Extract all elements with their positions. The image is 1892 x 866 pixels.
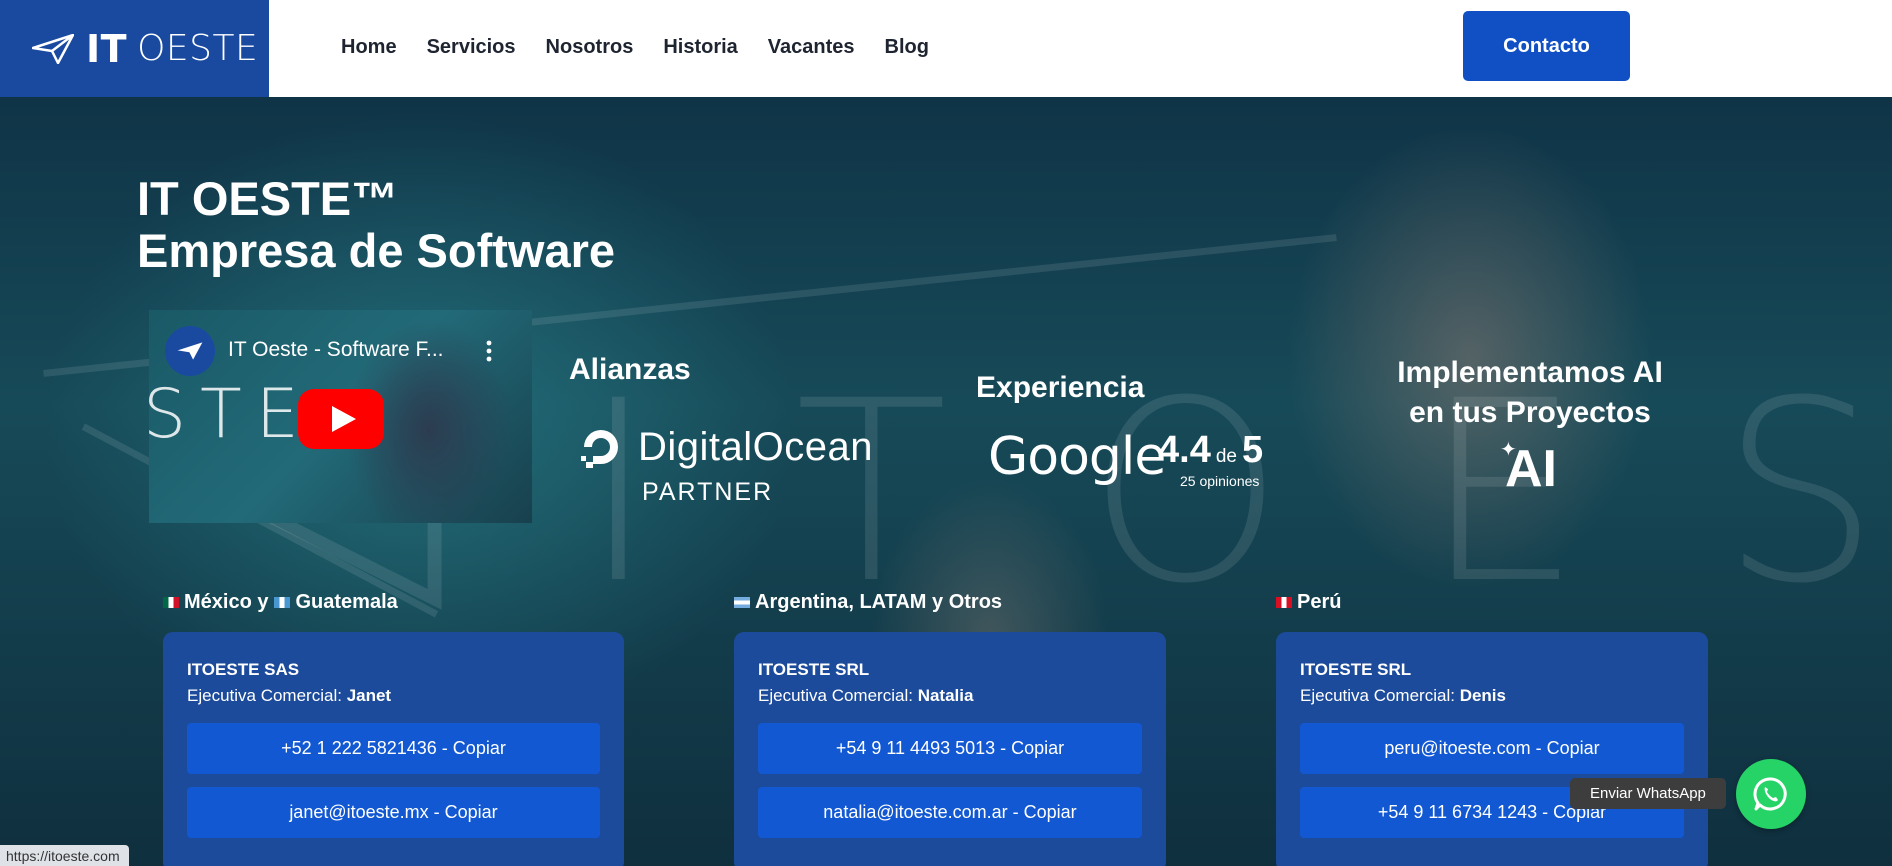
region-text: México y <box>184 591 269 613</box>
copy-email-button[interactable]: janet@itoeste.mx - Copiar <box>187 787 600 838</box>
ai-heading-line1: Implementamos AI <box>1397 356 1663 389</box>
ai-heading-line2: en tus Proyectos <box>1409 396 1651 429</box>
digitalocean-logo: DigitalOcean <box>578 424 873 470</box>
copy-phone-button[interactable]: +54 9 11 4493 5013 - Copiar <box>758 723 1142 774</box>
exec-label: Ejecutiva Comercial: <box>1300 686 1455 705</box>
video-thumbnail-lettering: STE <box>149 375 313 454</box>
nav-vacantes[interactable]: Vacantes <box>768 36 855 59</box>
logo-text-bold: IT <box>86 26 128 71</box>
paper-plane-icon <box>177 342 203 360</box>
hero-title-line2: Empresa de Software <box>137 224 616 277</box>
region-peru: Perú <box>1276 591 1341 614</box>
rating-value: 4.4 <box>1158 429 1211 471</box>
whatsapp-label[interactable]: Enviar WhatsApp <box>1570 778 1726 809</box>
status-bar-url: https://itoeste.com <box>0 845 129 866</box>
logo-text-light: OESTE <box>137 28 259 69</box>
partner-label: PARTNER <box>642 478 774 506</box>
region-text: Argentina, LATAM y Otros <box>755 591 1003 613</box>
exec-label: Ejecutiva Comercial: <box>187 686 342 705</box>
google-logo: Google <box>988 427 1166 487</box>
site-header: IT OESTE Home Servicios Nosotros Histori… <box>0 0 1892 97</box>
hero-title: IT OESTE™ Empresa de Software <box>137 173 615 277</box>
office-card-peru: ITOESTE SRL Ejecutiva Comercial: Denis p… <box>1276 632 1708 866</box>
video-title[interactable]: IT Oeste - Software F... <box>228 338 444 362</box>
channel-avatar[interactable] <box>165 326 215 376</box>
exec-name: Denis <box>1459 686 1506 705</box>
nav-nosotros[interactable]: Nosotros <box>546 36 634 59</box>
exec-name: Natalia <box>917 686 974 705</box>
youtube-play-icon[interactable] <box>298 389 384 449</box>
alliances-heading: Alianzas <box>569 353 691 386</box>
experience-heading: Experiencia <box>976 371 1145 404</box>
rating-max: 5 <box>1241 429 1264 471</box>
copy-email-button[interactable]: peru@itoeste.com - Copiar <box>1300 723 1684 774</box>
whatsapp-icon <box>1753 777 1787 811</box>
region-mexico-guatemala: México y Guatemala <box>163 591 398 614</box>
copy-phone-button[interactable]: +52 1 222 5821436 - Copiar <box>187 723 600 774</box>
main-nav: Home Servicios Nosotros Historia Vacante… <box>341 36 959 59</box>
region-text: Guatemala <box>295 591 398 613</box>
nav-blog[interactable]: Blog <box>885 36 929 59</box>
ai-logo: AI <box>1505 440 1557 498</box>
whatsapp-button[interactable] <box>1736 759 1806 829</box>
company-name: ITOESTE SAS <box>187 660 300 679</box>
google-rating: 4.4 de 5 <box>1158 429 1263 472</box>
peru-flag-icon <box>1276 597 1292 608</box>
nav-historia[interactable]: Historia <box>663 36 737 59</box>
site-logo[interactable]: IT OESTE <box>0 0 269 97</box>
office-card-argentina: ITOESTE SRL Ejecutiva Comercial: Natalia… <box>734 632 1166 866</box>
exec-name: Janet <box>346 686 392 705</box>
company-name: ITOESTE SRL <box>1300 660 1412 679</box>
rating-de: de <box>1215 446 1237 467</box>
argentina-flag-icon <box>734 597 750 608</box>
company-name: ITOESTE SRL <box>758 660 870 679</box>
contact-button[interactable]: Contacto <box>1463 11 1630 81</box>
digitalocean-name: DigitalOcean <box>638 424 874 469</box>
digitalocean-icon <box>581 430 618 468</box>
sales-executive: Ejecutiva Comercial: Natalia <box>758 686 973 706</box>
review-count: 25 opiniones <box>1180 473 1260 489</box>
more-vertical-icon[interactable] <box>485 340 493 362</box>
region-text: Perú <box>1297 591 1342 613</box>
youtube-video-embed[interactable]: STE IT Oeste - Software F... <box>149 310 532 523</box>
nav-servicios[interactable]: Servicios <box>427 36 516 59</box>
region-argentina-latam: Argentina, LATAM y Otros <box>734 591 1002 614</box>
guatemala-flag-icon <box>274 597 291 608</box>
paper-plane-icon <box>32 33 74 64</box>
mexico-flag-icon <box>163 597 179 608</box>
nav-home[interactable]: Home <box>341 36 397 59</box>
hero-section: ◁ I T O E S T E IT OESTE™ Empresa de Sof… <box>0 97 1892 866</box>
exec-label: Ejecutiva Comercial: <box>758 686 913 705</box>
ai-heading: Implementamos AI en tus Proyectos <box>1380 353 1680 433</box>
office-card-mexico: ITOESTE SAS Ejecutiva Comercial: Janet +… <box>163 632 624 866</box>
sales-executive: Ejecutiva Comercial: Denis <box>1300 686 1506 706</box>
hero-title-line1: IT OESTE™ <box>137 172 399 225</box>
copy-email-button[interactable]: natalia@itoeste.com.ar - Copiar <box>758 787 1142 838</box>
sales-executive: Ejecutiva Comercial: Janet <box>187 686 391 706</box>
